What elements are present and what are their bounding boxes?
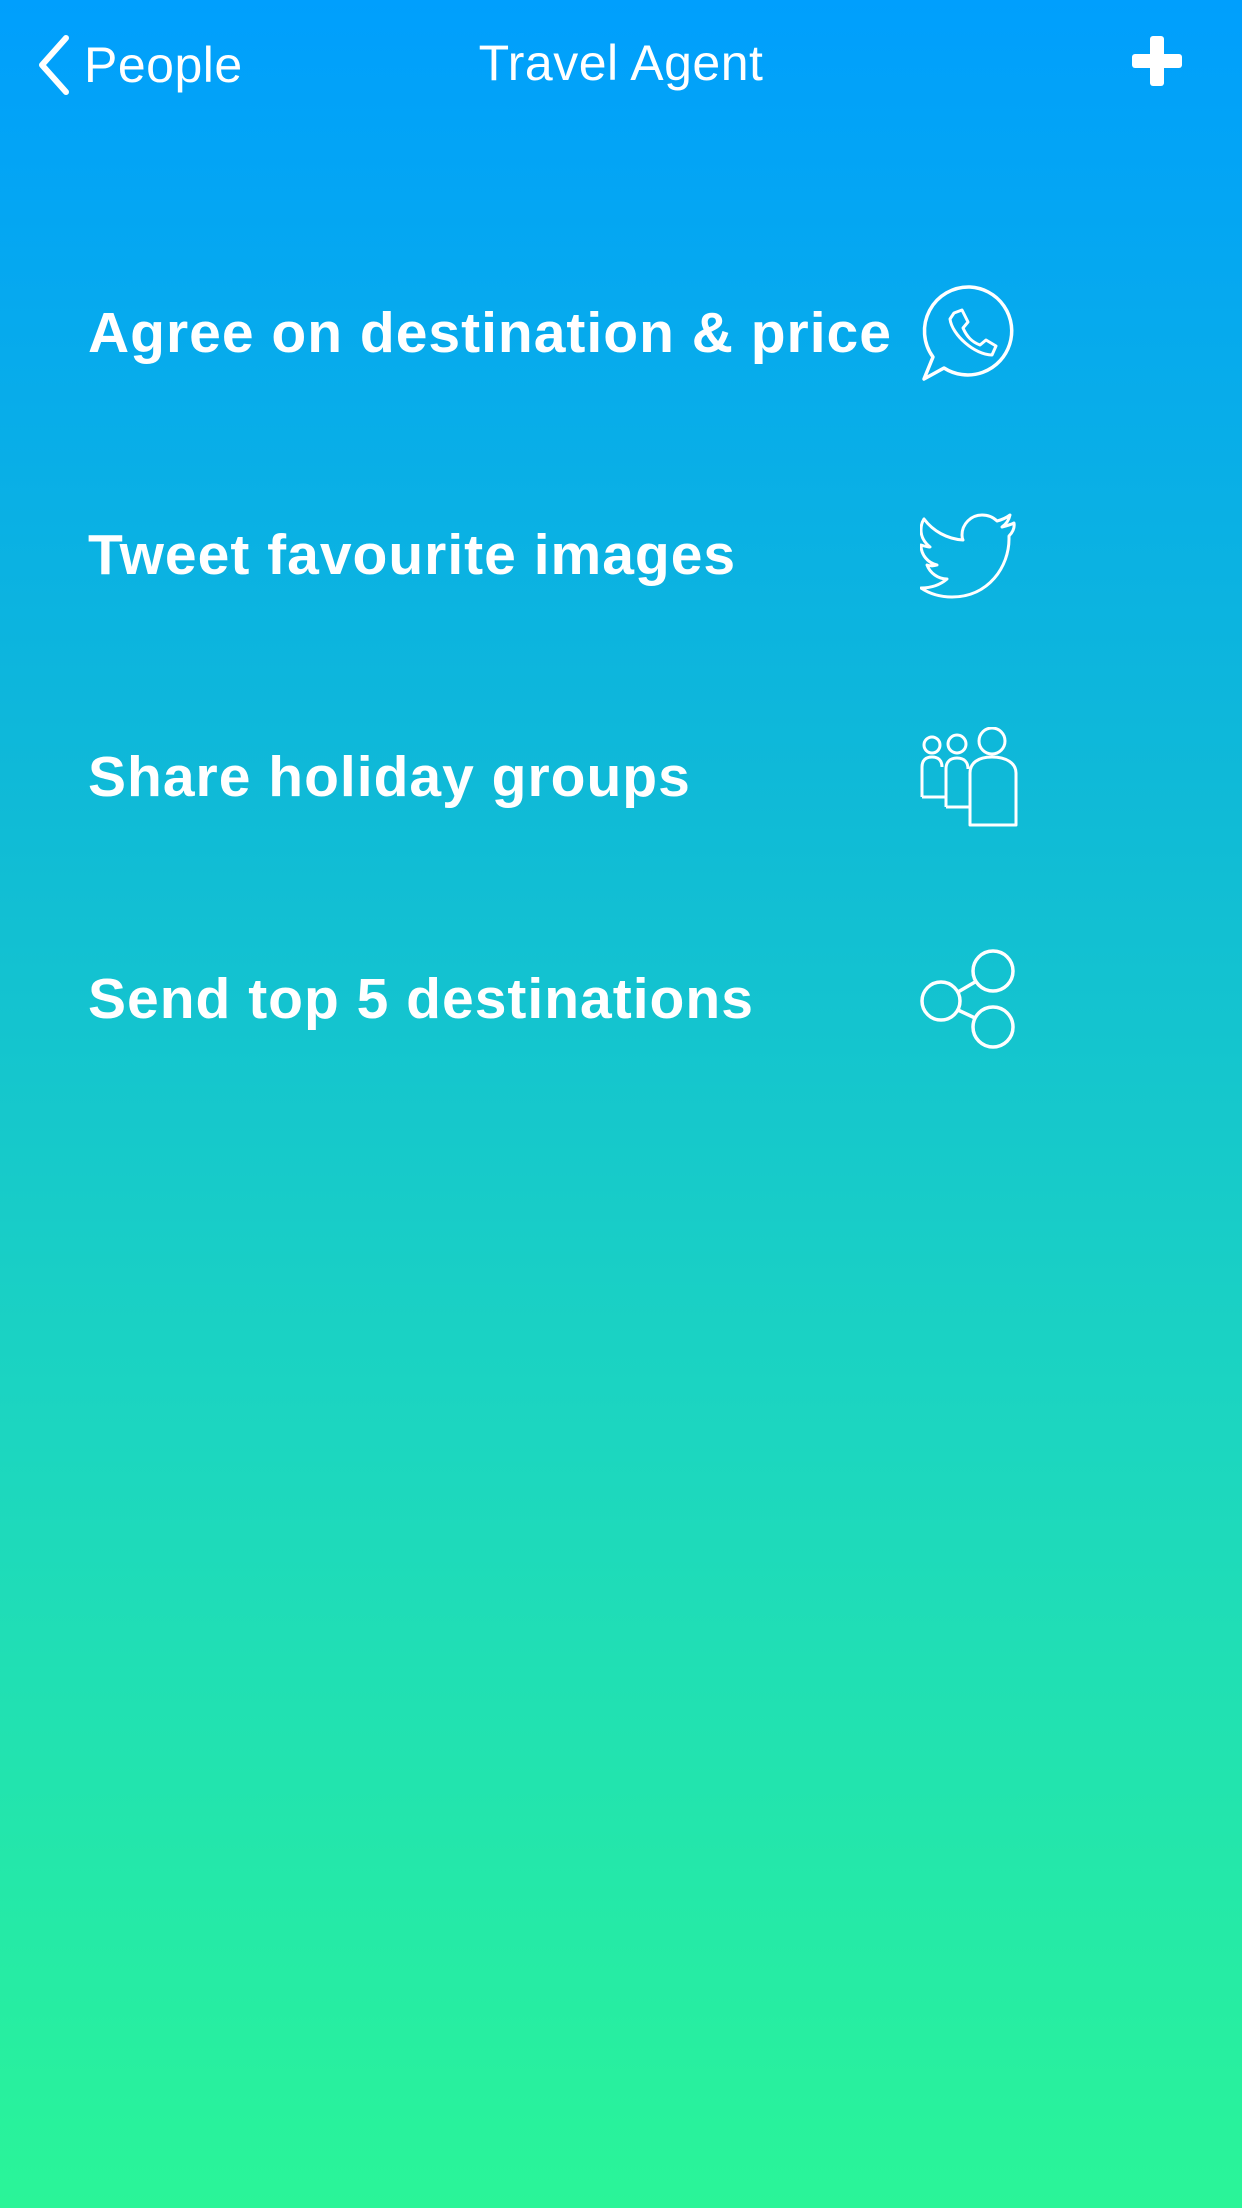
action-list: Agree on destination & price Tweet favou…	[0, 222, 1242, 1110]
whatsapp-icon	[920, 283, 1020, 383]
list-item-send-destinations[interactable]: Send top 5 destinations	[0, 888, 1242, 1110]
share-icon	[920, 949, 1020, 1049]
add-button[interactable]	[1130, 34, 1184, 88]
list-item-label: Send top 5 destinations	[88, 967, 754, 1031]
list-item-tweet-images[interactable]: Tweet favourite images	[0, 444, 1242, 666]
list-item-share-groups[interactable]: Share holiday groups	[0, 666, 1242, 888]
group-people-icon	[920, 727, 1020, 827]
twitter-icon	[920, 505, 1020, 605]
plus-icon	[1130, 36, 1184, 92]
list-item-label: Share holiday groups	[88, 745, 691, 809]
list-item-label: Agree on destination & price	[88, 301, 892, 365]
navigation-bar: People Travel Agent	[0, 0, 1242, 132]
list-item-agree-destination[interactable]: Agree on destination & price	[0, 222, 1242, 444]
list-item-label: Tweet favourite images	[88, 523, 737, 587]
page-title: Travel Agent	[478, 35, 764, 91]
